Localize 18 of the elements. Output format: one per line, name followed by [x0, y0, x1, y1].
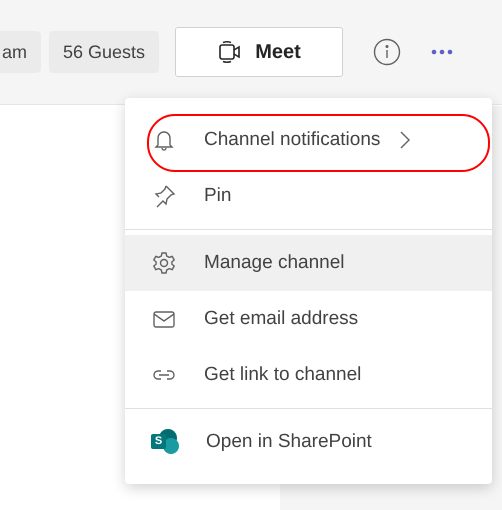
menu-item-label: Pin	[204, 184, 232, 208]
menu-item[interactable]: Get link to channel	[125, 347, 492, 403]
info-icon[interactable]	[373, 38, 402, 66]
menu-item[interactable]: Pin	[125, 168, 492, 224]
meet-button[interactable]: Meet	[175, 27, 344, 77]
chevron-right-icon	[400, 131, 410, 149]
menu-item-label: Channel notifications	[204, 128, 380, 152]
tag-chip[interactable]: 56 Guests	[49, 31, 160, 73]
menu-item[interactable]: Get email address	[125, 291, 492, 347]
menu-item-label: Get link to channel	[204, 362, 362, 387]
menu-item[interactable]: S Open in SharePoint	[125, 414, 492, 470]
menu-item-label: Manage channel	[204, 250, 344, 275]
menu-item-label: Open in SharePoint	[206, 430, 372, 454]
gear-icon	[151, 250, 177, 276]
more-options-icon[interactable]	[431, 49, 454, 55]
tag-chip[interactable]: am	[0, 31, 42, 73]
menu-item[interactable]: Manage channel	[125, 235, 492, 291]
menu-item-label: Get email address	[204, 306, 358, 331]
